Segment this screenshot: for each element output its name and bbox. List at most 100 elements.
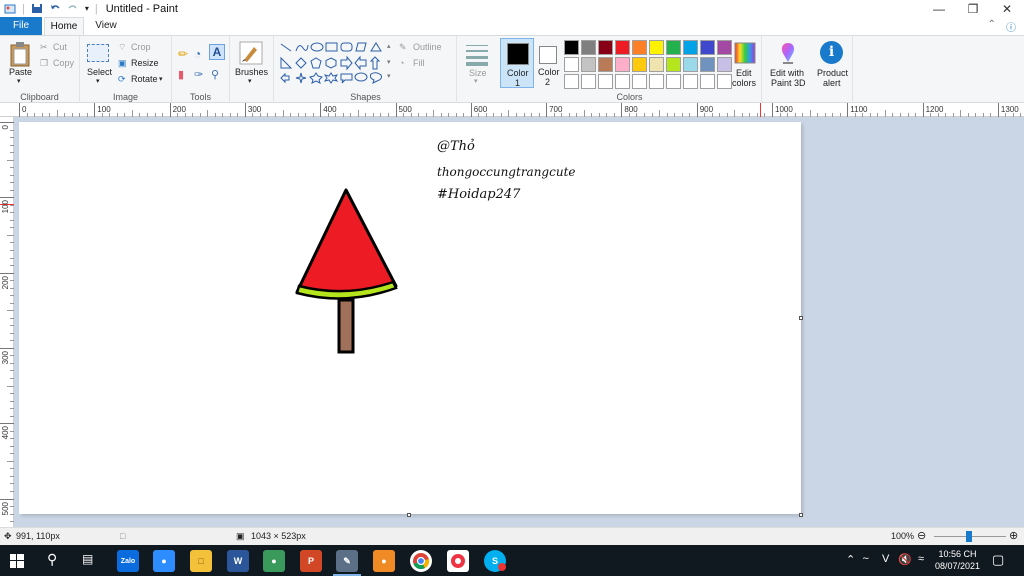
powerpoint-icon[interactable]: P [300, 550, 322, 572]
input-language[interactable]: V [882, 553, 889, 565]
select-dropdown-icon[interactable]: ▾ [96, 77, 100, 85]
network-app-icon[interactable]: ∼ [862, 553, 870, 564]
show-hidden-icons-icon[interactable]: ⌃ [846, 553, 855, 566]
resize-button[interactable]: Resize [131, 58, 159, 68]
fill-button[interactable]: Fill [413, 58, 425, 68]
task-view-icon[interactable]: ▤ [82, 552, 93, 566]
palette-color-swatch[interactable] [649, 74, 664, 89]
product-alert-icon[interactable]: i [820, 41, 843, 64]
edit-colors-icon[interactable] [734, 42, 756, 64]
paste-label[interactable]: Paste [9, 67, 32, 77]
canvas-resize-handle-corner[interactable] [799, 513, 803, 517]
wifi-icon[interactable]: ≈ [918, 553, 924, 565]
text-tool-icon[interactable]: A [209, 44, 225, 60]
shapes-expand-icon[interactable]: ▾ [387, 72, 391, 80]
cut-button[interactable]: Cut [53, 42, 67, 52]
crop-button[interactable]: Crop [131, 42, 151, 52]
palette-color-swatch[interactable] [700, 57, 715, 72]
close-icon[interactable]: ✕ [990, 0, 1024, 17]
palette-color-swatch[interactable] [615, 57, 630, 72]
palette-color-swatch[interactable] [700, 40, 715, 55]
clock[interactable]: 10:56 CH 08/07/2021 [935, 548, 980, 572]
product-alert-label-2[interactable]: alert [823, 78, 841, 88]
palette-color-swatch[interactable] [564, 40, 579, 55]
chrome-icon[interactable] [410, 550, 432, 572]
minimize-icon[interactable]: — [922, 0, 956, 17]
volume-muted-icon[interactable]: 🔇 [898, 553, 912, 566]
customize-qat-icon[interactable]: ▾ [85, 4, 89, 13]
rotate-dropdown-icon[interactable]: ▾ [159, 75, 163, 83]
help-icon[interactable]: ⓘ [1006, 19, 1016, 34]
palette-color-swatch[interactable] [632, 40, 647, 55]
edit-colors-label-2[interactable]: colors [732, 78, 756, 88]
palette-color-swatch[interactable] [666, 74, 681, 89]
select-button[interactable]: Select [87, 67, 112, 77]
magnifier-icon[interactable]: ⚲ [211, 68, 219, 81]
palette-color-swatch[interactable] [683, 57, 698, 72]
palette-color-swatch[interactable] [666, 40, 681, 55]
paste-icon[interactable] [9, 41, 31, 67]
zalo-icon[interactable]: Zalo [117, 550, 139, 572]
tab-home[interactable]: Home [44, 17, 84, 35]
palette-color-swatch[interactable] [717, 40, 732, 55]
palette-color-swatch[interactable] [649, 40, 664, 55]
notifications-icon[interactable]: ▢ [992, 552, 1004, 568]
palette-color-swatch[interactable] [700, 74, 715, 89]
restore-icon[interactable]: ❐ [956, 0, 990, 17]
palette-color-swatch[interactable] [598, 74, 613, 89]
color2-button[interactable]: Color 2 [534, 38, 562, 88]
outline-button[interactable]: Outline [413, 42, 442, 52]
paste-dropdown-icon[interactable]: ▾ [17, 77, 21, 85]
product-alert-label-1[interactable]: Product [817, 68, 848, 78]
app-chrome-icon[interactable] [447, 550, 469, 572]
palette-color-swatch[interactable] [615, 74, 630, 89]
search-icon[interactable]: ⚲ [47, 551, 57, 568]
app-icon[interactable]: ● [263, 550, 285, 572]
tab-file[interactable]: File [0, 17, 42, 35]
collapse-ribbon-icon[interactable]: ⌃ [988, 19, 996, 34]
shapes-scroll-up-icon[interactable]: ▴ [387, 42, 391, 50]
redo-icon[interactable] [67, 3, 79, 14]
start-icon[interactable] [10, 554, 24, 568]
eraser-icon[interactable]: ▮ [178, 68, 184, 81]
pencil-icon[interactable]: ✏ [178, 47, 188, 61]
palette-color-swatch[interactable] [632, 57, 647, 72]
palette-color-swatch[interactable] [717, 74, 732, 89]
drawing-canvas[interactable]: @Thỏ thongoccungtrangcute #Hoidap247 [19, 122, 801, 514]
paint3d-icon[interactable] [777, 41, 799, 65]
palette-color-swatch[interactable] [666, 57, 681, 72]
edit-colors-label-1[interactable]: Edit [736, 68, 752, 78]
zoom-out-icon[interactable]: ⊖ [917, 529, 926, 542]
canvas-resize-handle-right[interactable] [799, 316, 803, 320]
palette-color-swatch[interactable] [581, 40, 596, 55]
save-icon[interactable] [31, 3, 43, 14]
color-picker-icon[interactable]: ✑ [194, 68, 203, 81]
palette-color-swatch[interactable] [564, 57, 579, 72]
palette-color-swatch[interactable] [581, 57, 596, 72]
zoom-icon[interactable]: ● [153, 550, 175, 572]
copy-button[interactable]: Copy [53, 58, 74, 68]
canvas-resize-handle-bottom[interactable] [407, 513, 411, 517]
paint-icon[interactable]: ✎ [336, 550, 358, 572]
zoom-slider-thumb[interactable] [966, 531, 972, 542]
palette-color-swatch[interactable] [615, 40, 630, 55]
file-explorer-icon[interactable]: □ [190, 550, 212, 572]
undo-icon[interactable] [49, 3, 61, 14]
zoom-in-icon[interactable]: ⊕ [1009, 529, 1018, 542]
palette-color-swatch[interactable] [581, 74, 596, 89]
tab-view[interactable]: View [88, 17, 124, 35]
palette-color-swatch[interactable] [683, 74, 698, 89]
fill-bucket-icon[interactable]: ◔ [194, 47, 201, 61]
palette-color-swatch[interactable] [683, 40, 698, 55]
palette-color-swatch[interactable] [564, 74, 579, 89]
palette-color-swatch[interactable] [717, 57, 732, 72]
word-icon[interactable]: W [227, 550, 249, 572]
app-orange-icon[interactable]: ● [373, 550, 395, 572]
select-icon[interactable] [87, 44, 109, 62]
color1-button[interactable]: Color 1 [500, 38, 534, 88]
palette-color-swatch[interactable] [632, 74, 647, 89]
paint3d-label-1[interactable]: Edit with [770, 68, 804, 78]
palette-color-swatch[interactable] [598, 57, 613, 72]
paint3d-label-2[interactable]: Paint 3D [771, 78, 806, 88]
palette-color-swatch[interactable] [598, 40, 613, 55]
